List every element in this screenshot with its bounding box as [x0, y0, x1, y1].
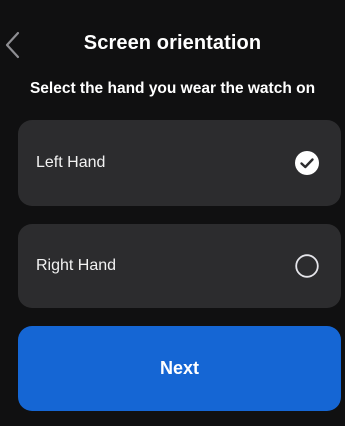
- option-left-hand-label: Left Hand: [36, 154, 106, 171]
- empty-circle-icon: [295, 254, 319, 278]
- header: Screen orientation: [0, 0, 345, 78]
- option-right-hand-label: Right Hand: [36, 257, 117, 274]
- check-circle-icon: [295, 151, 319, 175]
- page-title: Screen orientation: [83, 32, 262, 54]
- next-button[interactable]: Next: [18, 326, 341, 411]
- option-right-hand[interactable]: Right Hand: [18, 224, 341, 308]
- page-subtitle: Select the hand you wear the watch on: [29, 80, 316, 97]
- orientation-screen: Screen orientation Select the hand you w…: [0, 0, 345, 426]
- option-left-hand[interactable]: Left Hand: [18, 120, 341, 206]
